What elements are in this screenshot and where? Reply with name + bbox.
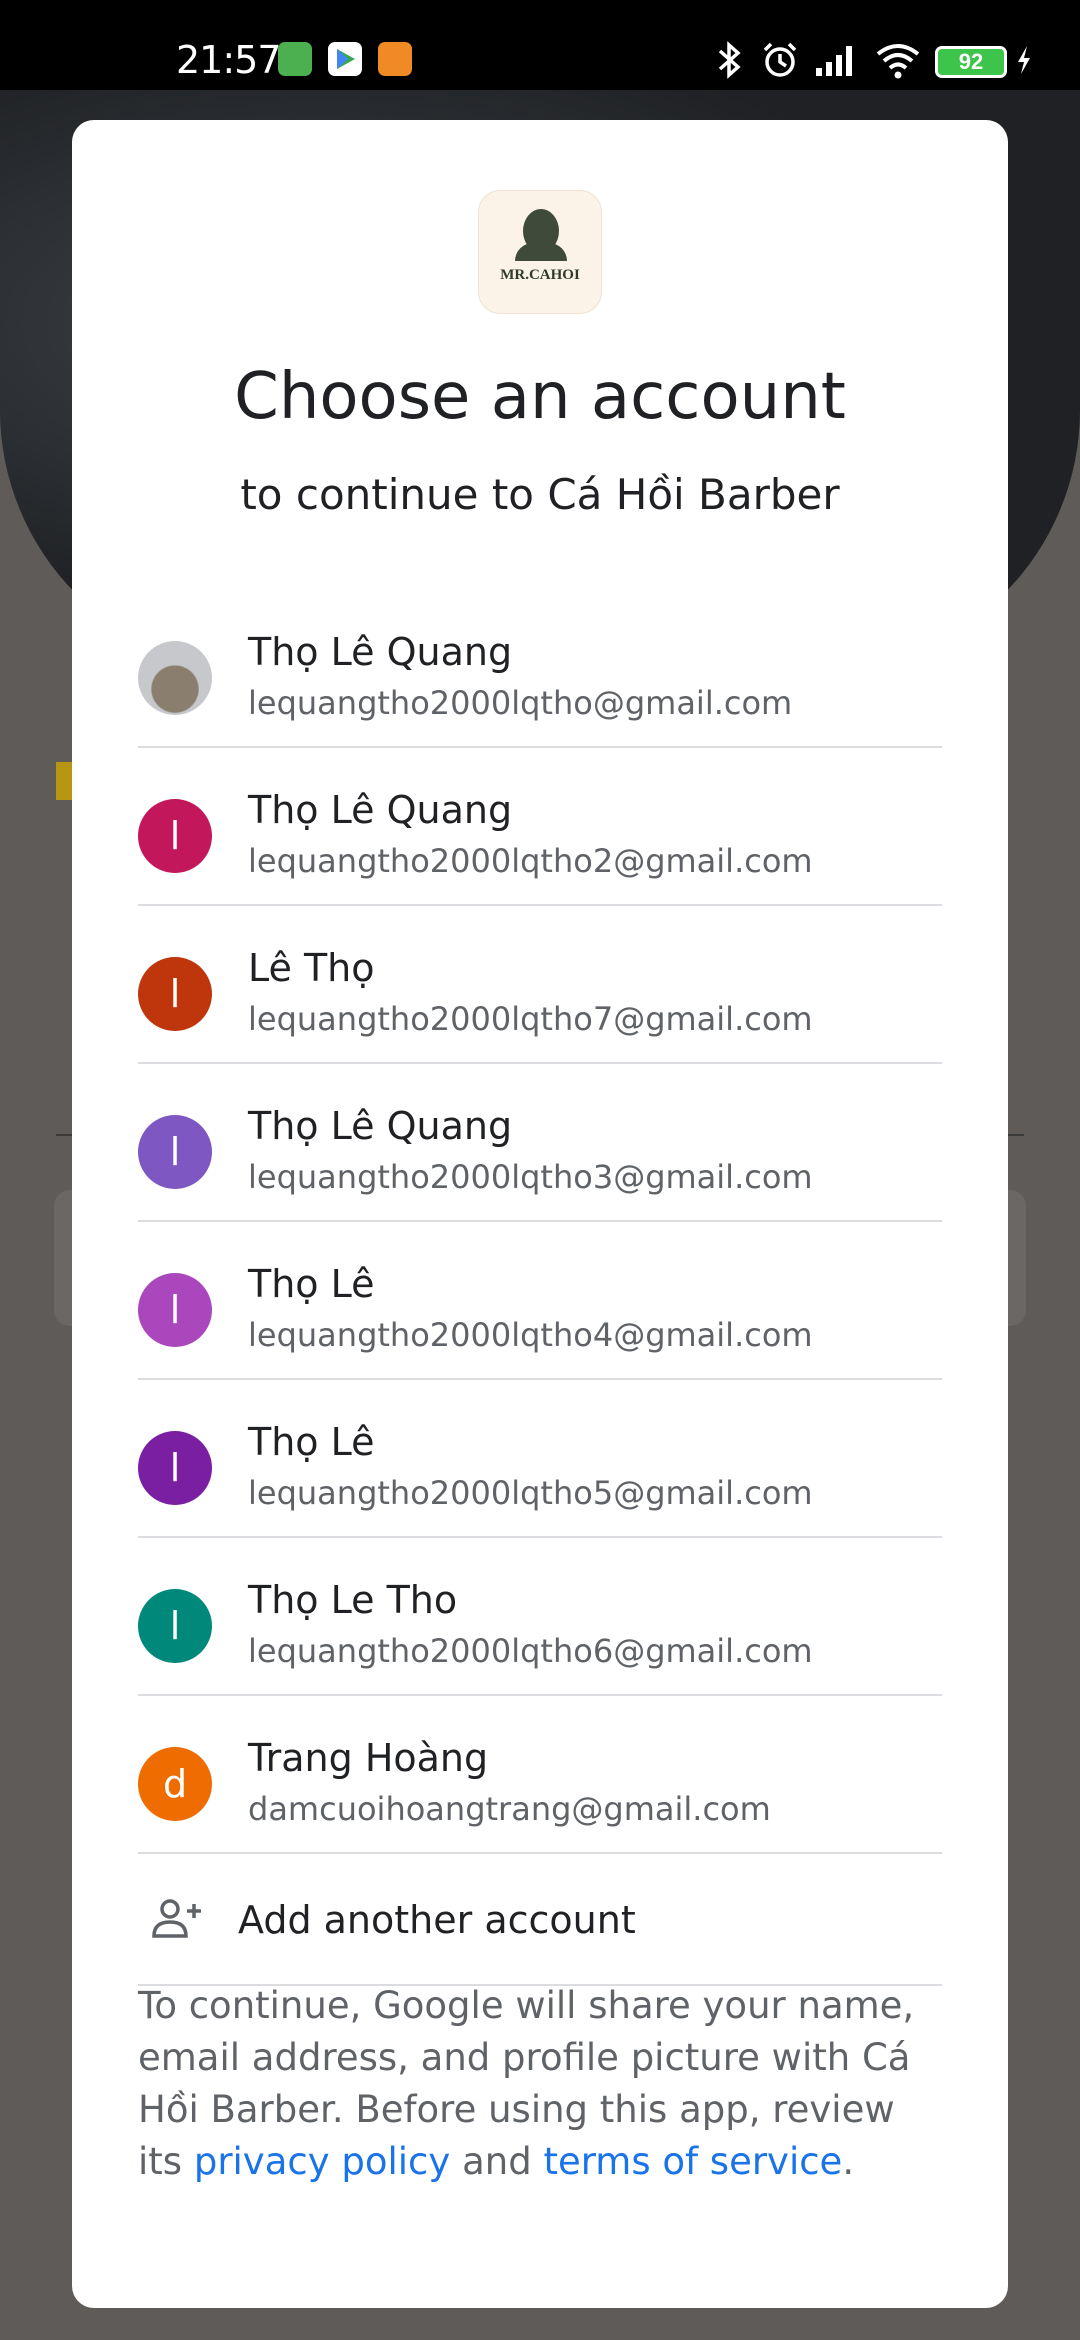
account-email: damcuoihoangtrang@gmail.com [248, 1790, 771, 1828]
account-email: lequangtho2000lqtho5@gmail.com [248, 1474, 813, 1512]
account-name: Thọ Lê Quang [248, 1104, 513, 1148]
avatar: l [138, 799, 212, 873]
notification-app-icon [278, 42, 312, 76]
app-logo: MR.CAHOI [478, 190, 602, 314]
account-email: lequangtho2000lqtho7@gmail.com [248, 1000, 813, 1038]
avatar: d [138, 1747, 212, 1821]
account-email: lequangtho2000lqtho2@gmail.com [248, 842, 813, 880]
status-time: 21:57 [176, 38, 282, 82]
account-item[interactable]: l Thọ Lê Quang lequangtho2000lqtho2@gmai… [138, 748, 942, 906]
account-item[interactable]: l Thọ Lê lequangtho2000lqtho4@gmail.com [138, 1222, 942, 1380]
account-name: Thọ Lê [248, 1262, 375, 1306]
account-email: lequangtho2000lqtho3@gmail.com [248, 1158, 813, 1196]
account-name: Thọ Lê Quang [248, 788, 513, 832]
account-email: lequangtho2000lqtho@gmail.com [248, 684, 793, 722]
status-bar: 21:57 92 [0, 0, 1080, 90]
account-email: lequangtho2000lqtho4@gmail.com [248, 1316, 813, 1354]
add-account-label: Add another account [238, 1898, 636, 1942]
account-name: Thọ Le Tho [248, 1578, 458, 1622]
add-another-account-button[interactable]: Add another account [138, 1854, 942, 1986]
disclaimer-period: . [842, 2140, 855, 2183]
avatar: l [138, 1431, 212, 1505]
account-item[interactable]: l Thọ Lê lequangtho2000lqtho5@gmail.com [138, 1380, 942, 1538]
privacy-policy-link[interactable]: privacy policy [194, 2140, 450, 2183]
bluetooth-icon [718, 41, 741, 79]
logo-text: MR.CAHOI [500, 267, 580, 283]
disclaimer-and: and [450, 2140, 544, 2183]
signal-icon [816, 46, 852, 76]
avatar: l [138, 1115, 212, 1189]
account-name: Thọ Lê [248, 1420, 375, 1464]
account-item[interactable]: l Lê Thọ lequangtho2000lqtho7@gmail.com [138, 906, 942, 1064]
terms-of-service-link[interactable]: terms of service [543, 2140, 842, 2183]
play-store-icon [328, 42, 362, 76]
account-item[interactable]: l Thọ Lê Quang lequangtho2000lqtho3@gmai… [138, 1064, 942, 1222]
account-item[interactable]: Thọ Lê Quang lequangtho2000lqtho@gmail.c… [138, 590, 942, 748]
account-name: Lê Thọ [248, 946, 375, 990]
notification-app-icon-2 [378, 42, 412, 76]
avatar: l [138, 957, 212, 1031]
account-email: lequangtho2000lqtho6@gmail.com [248, 1632, 813, 1670]
account-item[interactable]: d Trang Hoàng damcuoihoangtrang@gmail.co… [138, 1696, 942, 1854]
alarm-icon [763, 42, 797, 77]
avatar [138, 641, 212, 715]
dialog-title: Choose an account [234, 360, 846, 434]
charging-icon [1018, 46, 1030, 74]
add-person-icon [152, 1899, 201, 1938]
account-name: Thọ Lê Quang [248, 630, 513, 674]
account-list: Thọ Lê Quang lequangtho2000lqtho@gmail.c… [138, 590, 942, 1986]
avatar: l [138, 1273, 212, 1347]
logo-figure-body [515, 243, 567, 261]
account-name: Trang Hoàng [248, 1736, 489, 1780]
wifi-icon [876, 44, 920, 79]
avatar: l [138, 1589, 212, 1663]
dialog-subtitle: to continue to Cá Hồi Barber [240, 470, 840, 519]
consent-disclaimer-text: To continue, Google will share your name… [138, 1980, 948, 2188]
account-item[interactable]: l Thọ Le Tho lequangtho2000lqtho6@gmail.… [138, 1538, 942, 1696]
battery-indicator: 92 [935, 46, 1007, 78]
